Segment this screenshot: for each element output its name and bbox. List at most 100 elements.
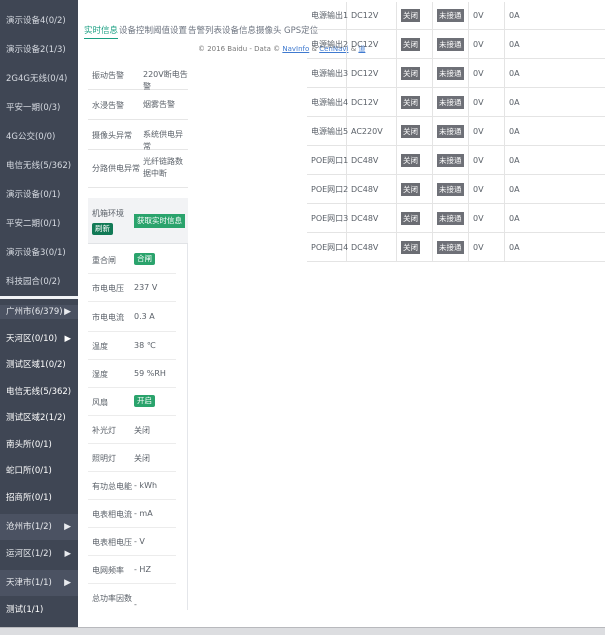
get-realtime-info-button[interactable]: 获取实时信息 bbox=[134, 214, 185, 228]
chevron-right-icon: ▶ bbox=[64, 522, 71, 532]
env-value: - HZ bbox=[134, 565, 151, 574]
toggle-off-button[interactable]: 关闭 bbox=[401, 38, 420, 51]
tree-item[interactable]: 平安一期(0/3) bbox=[0, 101, 78, 115]
output-current: 0A bbox=[509, 40, 520, 49]
output-type: DC12V bbox=[347, 30, 397, 59]
output-name: POE网口3 bbox=[307, 204, 348, 233]
output-name: 电源输出5 bbox=[307, 117, 348, 146]
connection-status-badge: 未接通 bbox=[437, 96, 464, 109]
toggle-off-button[interactable]: 关闭 bbox=[401, 96, 420, 109]
output-name: 电源输出1 bbox=[307, 2, 348, 30]
tree-item[interactable]: 演示设备(0/1) bbox=[0, 188, 78, 202]
info-value: 烟雾告警 bbox=[143, 100, 175, 109]
tree-sub-item[interactable]: 电信无线(5/362) bbox=[0, 385, 78, 399]
output-current: 0A bbox=[509, 185, 520, 194]
toggle-off-button[interactable]: 关闭 bbox=[401, 183, 420, 196]
env-value: 关闭 bbox=[134, 454, 150, 463]
env-value: 开启 bbox=[134, 395, 155, 407]
env-label: 重合闸 bbox=[92, 256, 116, 265]
table-row: POE网口3 DC48V 关闭 未接通 0V 0A bbox=[307, 204, 605, 233]
table-row: 电源输出2 DC12V 关闭 未接通 0V 0A bbox=[307, 30, 605, 59]
output-voltage: 0V bbox=[469, 204, 505, 233]
tree-item[interactable]: 2G4G无线(0/4) bbox=[0, 72, 78, 86]
toggle-off-button[interactable]: 关闭 bbox=[401, 67, 420, 80]
tree-city-tianjin[interactable]: 天津市(1/1) ▶ bbox=[0, 570, 78, 596]
env-value: 合闸 bbox=[134, 253, 155, 265]
toggle-off-button[interactable]: 关闭 bbox=[401, 125, 420, 138]
table-row: 电源输出3 DC12V 关闭 未接通 0V 0A bbox=[307, 59, 605, 88]
tree-city-label: 广州市(6/379) bbox=[6, 307, 63, 317]
env-value: 38 ℃ bbox=[134, 341, 156, 350]
tree-district-tianhe[interactable]: 天河区(0/10) ▶ bbox=[0, 332, 78, 346]
info-row: 振动告警 220V断电告警 bbox=[88, 60, 188, 91]
tree-item[interactable]: 演示设备4(0/2) bbox=[0, 14, 78, 28]
env-label: 有功总电能 bbox=[92, 482, 132, 491]
env-row: 补光灯 关闭 bbox=[88, 416, 176, 444]
toggle-off-button[interactable]: 关闭 bbox=[401, 9, 420, 22]
tree-sub-item[interactable]: 测试区域2(1/2) bbox=[0, 411, 78, 425]
refresh-badge[interactable]: 刷新 bbox=[92, 223, 113, 235]
connection-status-badge: 未接通 bbox=[437, 125, 464, 138]
tab-device-info[interactable]: 设备信息 bbox=[222, 24, 256, 38]
tab-threshold-settings[interactable]: 阈值设置 bbox=[153, 24, 187, 38]
env-label: 电表相电压 bbox=[92, 538, 132, 547]
status-badge: 合闸 bbox=[134, 253, 155, 265]
env-label: 市电电压 bbox=[92, 284, 124, 293]
output-type: DC48V bbox=[347, 233, 397, 262]
output-type: AC220V bbox=[347, 117, 397, 146]
toggle-off-button[interactable]: 关闭 bbox=[401, 241, 420, 254]
tree-sub-item[interactable]: 测试(1/1) bbox=[0, 603, 78, 617]
env-label: 电网频率 bbox=[92, 566, 124, 575]
output-name: POE网口2 bbox=[307, 175, 348, 204]
tab-device-control[interactable]: 设备控制 bbox=[119, 24, 153, 38]
table-row: POE网口1 DC48V 关闭 未接通 0V 0A bbox=[307, 146, 605, 175]
output-voltage: 0V bbox=[469, 59, 505, 88]
toggle-off-button[interactable]: 关闭 bbox=[401, 154, 420, 167]
tree-sub-item[interactable]: 测试区域1(0/2) bbox=[0, 358, 78, 372]
env-label: 补光灯 bbox=[92, 426, 116, 435]
tree-district-label: 天河区(0/10) bbox=[6, 334, 58, 344]
tree-sub-item[interactable]: 蛇口所(0/1) bbox=[0, 464, 78, 478]
tree-item[interactable]: 演示设备2(1/3) bbox=[0, 43, 78, 57]
output-type: DC12V bbox=[347, 88, 397, 117]
output-voltage: 0V bbox=[469, 233, 505, 262]
connection-status-badge: 未接通 bbox=[437, 212, 464, 225]
env-row: 有功总电能 - kWh bbox=[88, 472, 176, 500]
tree-sub-item[interactable]: 招商所(0/1) bbox=[0, 491, 78, 505]
connection-status-badge: 未接通 bbox=[437, 9, 464, 22]
env-row: 电表相电压 - V bbox=[88, 528, 176, 556]
output-current: 0A bbox=[509, 69, 520, 78]
output-current: 0A bbox=[509, 243, 520, 252]
output-current: 0A bbox=[509, 11, 520, 20]
tree-item[interactable]: 4G公交(0/0) bbox=[0, 130, 78, 144]
output-type: DC12V bbox=[347, 2, 397, 30]
env-panel-header: 机箱环境 刷新 获取实时信息 bbox=[88, 198, 188, 244]
tab-realtime-info[interactable]: 实时信息 bbox=[84, 24, 119, 39]
output-current: 0A bbox=[509, 156, 520, 165]
connection-status-badge: 未接通 bbox=[437, 241, 464, 254]
env-row: 总功率因数 - bbox=[88, 584, 176, 610]
tree-city-cangzhou[interactable]: 沧州市(1/2) ▶ bbox=[0, 514, 78, 540]
info-row: 水浸告警 烟雾告警 bbox=[88, 90, 188, 120]
env-value: - V bbox=[134, 537, 145, 546]
tree-item[interactable]: 平安二期(0/1) bbox=[0, 217, 78, 231]
tab-camera[interactable]: 摄像头 bbox=[256, 24, 282, 38]
toggle-off-button[interactable]: 关闭 bbox=[401, 212, 420, 225]
cabinet-environment-panel: 机箱环境 刷新 获取实时信息 重合闸 合闸 市电电压 237 V 市电电流 0.… bbox=[88, 198, 188, 610]
tree-item[interactable]: 演示设备3(0/1) bbox=[0, 246, 78, 260]
info-row: 摄像头异常 系统供电异常 bbox=[88, 120, 188, 151]
env-row: 温度 38 ℃ bbox=[88, 332, 176, 360]
tree-city-guangzhou[interactable]: 广州市(6/379) ▶ bbox=[0, 305, 78, 319]
tree-item[interactable]: 电信无线(5/362) bbox=[0, 159, 78, 173]
tree-item[interactable]: 科技园合(0/2) bbox=[0, 275, 78, 289]
tree-sub-item[interactable]: 南头所(0/1) bbox=[0, 438, 78, 452]
chevron-right-icon: ▶ bbox=[64, 578, 71, 588]
env-label: 温度 bbox=[92, 342, 108, 351]
tab-alarm-list[interactable]: 告警列表 bbox=[188, 24, 222, 38]
output-name: POE网口1 bbox=[307, 146, 348, 175]
table-row: 电源输出4 DC12V 关闭 未接通 0V 0A bbox=[307, 88, 605, 117]
navinfo-link[interactable]: NavInfo bbox=[282, 45, 309, 53]
tree-district-yunhe[interactable]: 运河区(1/2) ▶ bbox=[0, 547, 78, 561]
env-row: 电表相电流 - mA bbox=[88, 500, 176, 528]
table-row: POE网口4 DC48V 关闭 未接通 0V 0A bbox=[307, 233, 605, 262]
